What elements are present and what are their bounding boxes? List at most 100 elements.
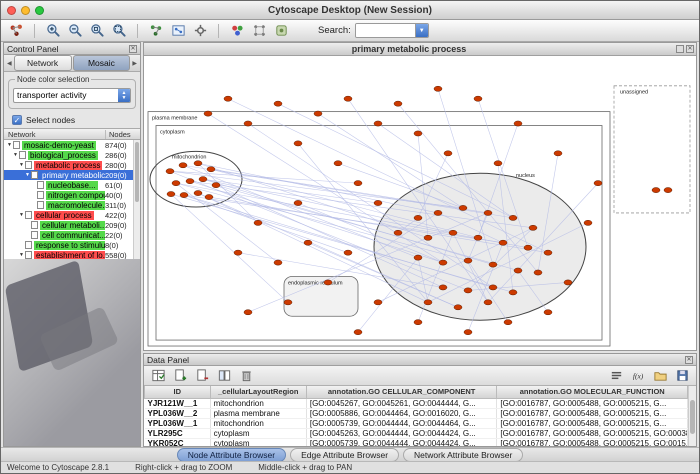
tab-edge-attribute-browser[interactable]: Edge Attribute Browser [290, 448, 399, 462]
network-node[interactable] [167, 191, 175, 196]
network-node[interactable] [254, 220, 262, 225]
network-node[interactable] [334, 161, 342, 166]
network-node[interactable] [489, 262, 497, 267]
network-node[interactable] [374, 121, 382, 126]
network-node[interactable] [224, 96, 232, 101]
table-row[interactable]: YKR052Ccytoplasm[GO:0005739, GO:0044444,… [145, 438, 688, 446]
table-row[interactable]: YPL036W__1mitochondrion[GO:0005739, GO:0… [145, 418, 688, 428]
new-network-icon[interactable] [146, 22, 166, 40]
network-node[interactable] [509, 215, 517, 220]
zoom-out-icon[interactable] [65, 22, 85, 40]
network-node[interactable] [514, 121, 522, 126]
columns-icon[interactable] [214, 367, 234, 385]
network-node[interactable] [459, 205, 467, 210]
network-node[interactable] [474, 235, 482, 240]
table-row[interactable]: YJR121W__1mitochondrion[GO:0045267, GO:0… [145, 398, 688, 408]
network-node[interactable] [494, 161, 502, 166]
delete-attribute-icon[interactable] [192, 367, 212, 385]
network-node[interactable] [489, 285, 497, 290]
network-node[interactable] [374, 300, 382, 305]
layout-icon[interactable] [249, 22, 269, 40]
tab-node-attribute-browser[interactable]: Node Attribute Browser [177, 448, 286, 462]
network-node[interactable] [274, 260, 282, 265]
expander-icon[interactable]: ▼ [18, 252, 25, 258]
network-node[interactable] [509, 290, 517, 295]
network-node[interactable] [354, 181, 362, 186]
tree-row-response-to-stimulu-[interactable]: response to stimulu...8(0) [4, 240, 140, 250]
zoom-in-icon[interactable] [43, 22, 63, 40]
data-panel-float-icon[interactable]: ✕ [685, 356, 693, 364]
network-node[interactable] [212, 183, 220, 188]
tree-row-cellular-metaboli-[interactable]: cellular metaboli...209(0) [4, 220, 140, 230]
network-node[interactable] [484, 210, 492, 215]
network-overview-icon[interactable] [168, 22, 188, 40]
network-node[interactable] [166, 169, 174, 174]
tree-row-metabolic-process[interactable]: ▼metabolic process280(0) [4, 160, 140, 170]
network-node[interactable] [172, 181, 180, 186]
network-settings-icon[interactable] [190, 22, 210, 40]
network-node[interactable] [344, 96, 352, 101]
tree-column-network[interactable]: Network [4, 130, 106, 139]
column-header-3[interactable]: annotation.GO MOLECULAR_FUNCTION [497, 386, 688, 398]
network-node[interactable] [394, 101, 402, 106]
session-icon[interactable] [6, 22, 26, 40]
network-node[interactable] [354, 330, 362, 335]
search-input[interactable] [356, 24, 415, 37]
expander-icon[interactable]: ▼ [18, 212, 25, 218]
network-node[interactable] [424, 300, 432, 305]
tab-scroll-left-icon[interactable]: ◀ [6, 60, 13, 67]
network-node[interactable] [554, 151, 562, 156]
create-attribute-icon[interactable] [170, 367, 190, 385]
column-header-2[interactable]: annotation.GO CELLULAR_COMPONENT [306, 386, 497, 398]
plugins-icon[interactable] [271, 22, 291, 40]
network-node[interactable] [564, 280, 572, 285]
zoom-fit-icon[interactable] [109, 22, 129, 40]
open-folder-icon[interactable] [650, 367, 670, 385]
tab-scroll-right-icon[interactable]: ▶ [131, 60, 138, 67]
network-node[interactable] [194, 161, 202, 166]
expander-icon[interactable]: ▼ [6, 142, 13, 148]
network-node[interactable] [664, 188, 672, 193]
network-node[interactable] [484, 300, 492, 305]
tree-row-nucleobase-[interactable]: nucleobase...61(0) [4, 180, 140, 190]
network-node[interactable] [374, 200, 382, 205]
network-node[interactable] [652, 188, 660, 193]
network-node[interactable] [394, 230, 402, 235]
function-builder-icon[interactable]: f(x) [628, 367, 648, 385]
zoom-selected-icon[interactable] [87, 22, 107, 40]
network-node[interactable] [294, 141, 302, 146]
tab-network-attribute-browser[interactable]: Network Attribute Browser [403, 448, 523, 462]
table-row[interactable]: YLR295Ccytoplasm[GO:0045263, GO:0044444,… [145, 428, 688, 438]
network-node[interactable] [414, 255, 422, 260]
network-node[interactable] [439, 285, 447, 290]
network-node[interactable] [594, 181, 602, 186]
network-node[interactable] [434, 210, 442, 215]
network-node[interactable] [344, 250, 352, 255]
float-panel-icon[interactable]: ✕ [129, 45, 137, 53]
network-node[interactable] [199, 177, 207, 182]
network-node[interactable] [205, 194, 213, 199]
network-node[interactable] [464, 288, 472, 293]
tree-scrollbar-thumb[interactable] [135, 142, 139, 202]
network-node[interactable] [464, 330, 472, 335]
tree-row-cell-communicat-[interactable]: cell communicat...22(0) [4, 230, 140, 240]
network-node[interactable] [244, 310, 252, 315]
network-node[interactable] [204, 111, 212, 116]
network-node[interactable] [414, 320, 422, 325]
trash-icon[interactable] [236, 367, 256, 385]
network-node[interactable] [544, 310, 552, 315]
network-node[interactable] [524, 245, 532, 250]
network-node[interactable] [324, 280, 332, 285]
label-icon[interactable] [606, 367, 626, 385]
search-dropdown-arrow-icon[interactable]: ▼ [415, 24, 428, 37]
network-node[interactable] [414, 215, 422, 220]
network-node[interactable] [179, 163, 187, 168]
select-attributes-icon[interactable] [148, 367, 168, 385]
network-node[interactable] [504, 320, 512, 325]
tab-mosaic[interactable]: Mosaic [73, 55, 131, 71]
network-node[interactable] [294, 200, 302, 205]
network-node[interactable] [274, 101, 282, 106]
network-node[interactable] [584, 220, 592, 225]
network-node[interactable] [529, 225, 537, 230]
birds-eye-view[interactable] [4, 259, 140, 446]
